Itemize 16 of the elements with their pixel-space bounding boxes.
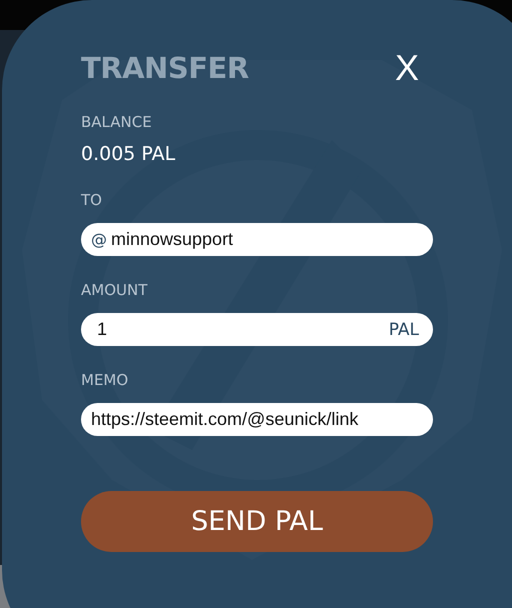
memo-field[interactable]: https://steemit.com/@seunick/link (81, 403, 433, 436)
dialog-title: TRANSFER (81, 50, 249, 87)
amount-field[interactable]: 1 PAL (81, 313, 433, 346)
recipient-field[interactable]: @ minnowsupport (81, 223, 433, 256)
field-label: AMOUNT (81, 280, 148, 300)
field-label: TO (81, 190, 102, 210)
field-label: MEMO (81, 370, 128, 390)
field-value: minnowsupport (111, 229, 234, 250)
field-value: 1 (97, 319, 108, 340)
balance-value: 0.005 PAL (81, 142, 176, 166)
at-prefix: @ (91, 230, 107, 249)
close-button[interactable]: X (394, 48, 433, 88)
send-button[interactable]: SEND PAL (81, 491, 433, 552)
currency-suffix: PAL (388, 320, 419, 340)
balance-label: BALANCE (81, 112, 152, 132)
field-value: https://steemit.com/@seunick/link (91, 409, 358, 430)
